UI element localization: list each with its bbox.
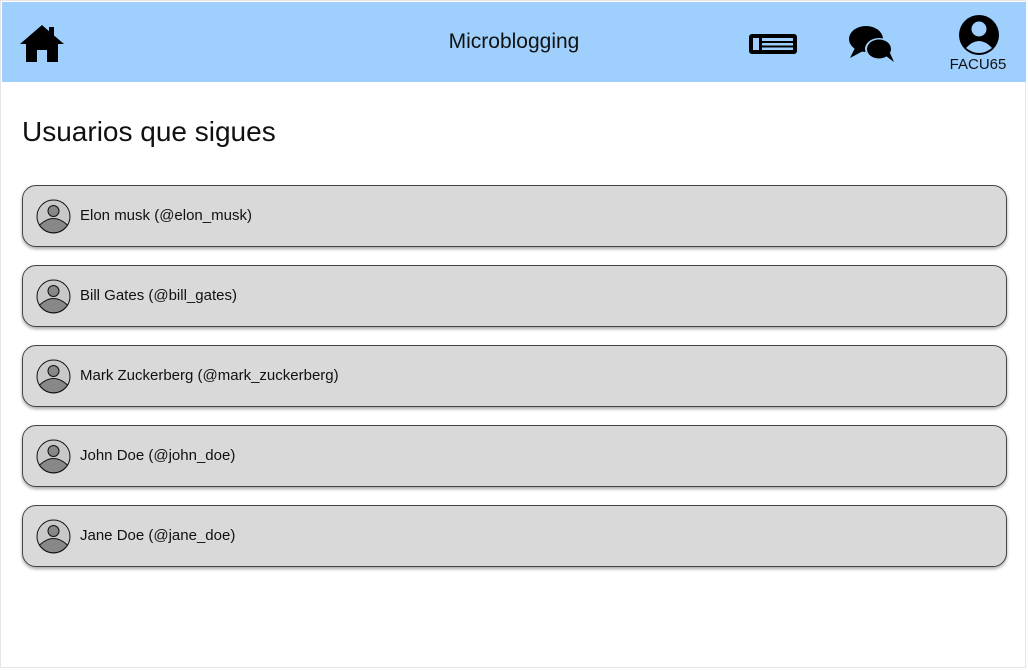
followed-user-card[interactable]: Mark Zuckerberg (@mark_zuckerberg) xyxy=(22,345,1007,407)
followed-user-card[interactable]: Elon musk (@elon_musk) xyxy=(22,185,1007,247)
followed-user-card[interactable]: Jane Doe (@jane_doe) xyxy=(22,505,1007,567)
user-circle-icon xyxy=(959,15,999,55)
avatar-icon xyxy=(36,199,71,234)
avatar-icon xyxy=(36,359,71,394)
avatar-icon xyxy=(36,519,71,554)
top-bar: Microblogging FACU65 xyxy=(2,2,1026,82)
followed-user-name: Jane Doe (@jane_doe) xyxy=(80,527,236,544)
newspaper-icon[interactable] xyxy=(747,30,799,58)
followed-users-list: Elon musk (@elon_musk) Bill Gates (@bill… xyxy=(22,185,1007,585)
followed-user-name: Mark Zuckerberg (@mark_zuckerberg) xyxy=(80,367,339,384)
followed-user-name: John Doe (@john_doe) xyxy=(80,447,236,464)
followed-user-card[interactable]: John Doe (@john_doe) xyxy=(22,425,1007,487)
followed-user-name: Bill Gates (@bill_gates) xyxy=(80,287,237,304)
avatar-icon xyxy=(36,439,71,474)
username-label: FACU65 xyxy=(949,56,1007,73)
page-title: Usuarios que sigues xyxy=(22,116,276,147)
chat-bubbles-icon[interactable] xyxy=(846,22,898,66)
followed-user-name: Elon musk (@elon_musk) xyxy=(80,207,252,224)
followed-user-card[interactable]: Bill Gates (@bill_gates) xyxy=(22,265,1007,327)
account-menu[interactable]: FACU65 xyxy=(938,12,1018,76)
avatar-icon xyxy=(36,279,71,314)
